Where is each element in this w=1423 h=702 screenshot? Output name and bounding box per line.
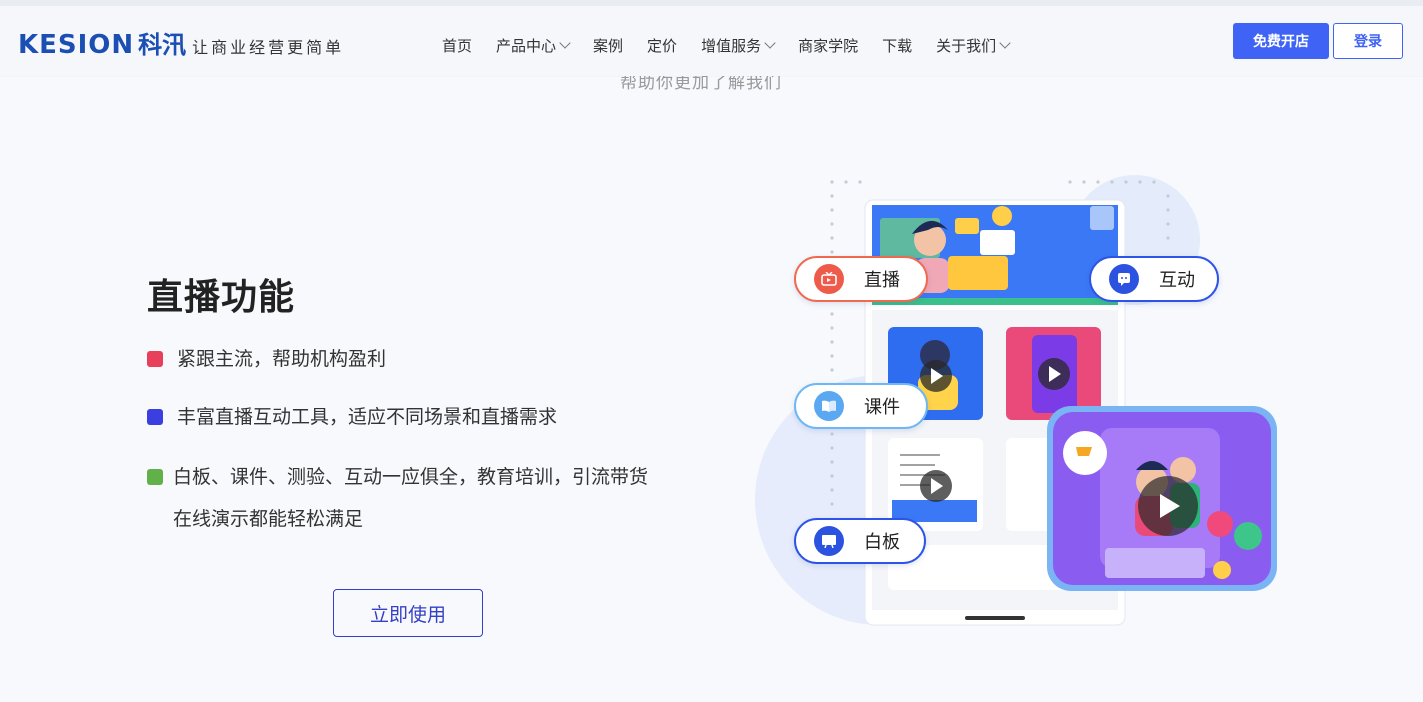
free-open-store-button[interactable]: 免费开店 [1233, 23, 1329, 59]
section-title: 直播功能 [147, 277, 296, 318]
logo[interactable]: KESION 科汛 让商业经营更简单 [18, 25, 344, 60]
nav-label: 关于我们 [936, 36, 997, 55]
logo-text-cn: 科汛 [138, 31, 187, 59]
nav-label: 商家学院 [798, 36, 859, 55]
pill-label: 课件 [864, 397, 900, 418]
top-header: KESION 科汛 让商业经营更简单 首页 产品中心 案例 定价 增值服务 商家… [0, 0, 1423, 76]
whiteboard-icon [814, 526, 844, 556]
feature-text: 白板、课件、测验、互动一应俱全，教育培训，引流带货 [173, 466, 649, 488]
tv-icon [814, 264, 844, 294]
bullet-marker [147, 469, 163, 485]
logo-slogan: 让商业经营更简单 [192, 38, 345, 57]
chat-icon [1109, 264, 1139, 294]
bullet-marker [147, 351, 163, 367]
chevron-down-icon [999, 37, 1011, 49]
nav-item-services[interactable]: 增值服务 [701, 35, 776, 56]
use-now-button[interactable]: 立即使用 [333, 589, 483, 637]
nav-item-cases[interactable]: 案例 [593, 35, 623, 56]
nav-item-about[interactable]: 关于我们 [936, 35, 1011, 56]
main-nav: 首页 产品中心 案例 定价 增值服务 商家学院 下载 关于我们 [430, 30, 1021, 60]
nav-label: 增值服务 [701, 36, 762, 55]
bullet-marker [147, 409, 163, 425]
pill-whiteboard: 白板 [794, 518, 926, 564]
pill-label: 互动 [1159, 270, 1195, 291]
nav-label: 首页 [442, 36, 473, 55]
pill-label: 直播 [864, 270, 900, 291]
nav-item-pricing[interactable]: 定价 [647, 35, 677, 56]
nav-label: 定价 [647, 36, 678, 55]
logo-text-en: KESION [18, 30, 135, 60]
nav-label: 案例 [593, 36, 624, 55]
nav-item-academy[interactable]: 商家学院 [798, 35, 858, 56]
chevron-down-icon [764, 37, 776, 49]
nav-label: 产品中心 [496, 36, 557, 55]
pill-interact: 互动 [1089, 256, 1219, 302]
feature-text: 紧跟主流，帮助机构盈利 [177, 348, 387, 370]
chevron-down-icon [559, 37, 571, 49]
feature-item: 紧跟主流，帮助机构盈利 [147, 338, 386, 380]
nav-label: 下载 [882, 36, 913, 55]
feature-item: 丰富直播互动工具，适应不同场景和直播需求 [147, 396, 557, 438]
feature-item: 白板、课件、测验、互动一应俱全，教育培训，引流带货 在线演示都能轻松满足 [147, 456, 648, 540]
login-button[interactable]: 登录 [1333, 23, 1403, 59]
pill-label: 白板 [864, 532, 900, 553]
pill-courseware: 课件 [794, 383, 928, 429]
nav-item-download[interactable]: 下载 [882, 35, 912, 56]
pill-live: 直播 [794, 256, 928, 302]
nav-item-products[interactable]: 产品中心 [496, 35, 571, 56]
nav-item-home[interactable]: 首页 [442, 35, 472, 56]
live-feature-illustration: 直播 互动 课件 白板 [740, 170, 1300, 640]
book-icon [814, 391, 844, 421]
feature-text-line2: 在线演示都能轻松满足 [173, 508, 364, 530]
feature-text: 丰富直播互动工具，适应不同场景和直播需求 [177, 406, 558, 428]
